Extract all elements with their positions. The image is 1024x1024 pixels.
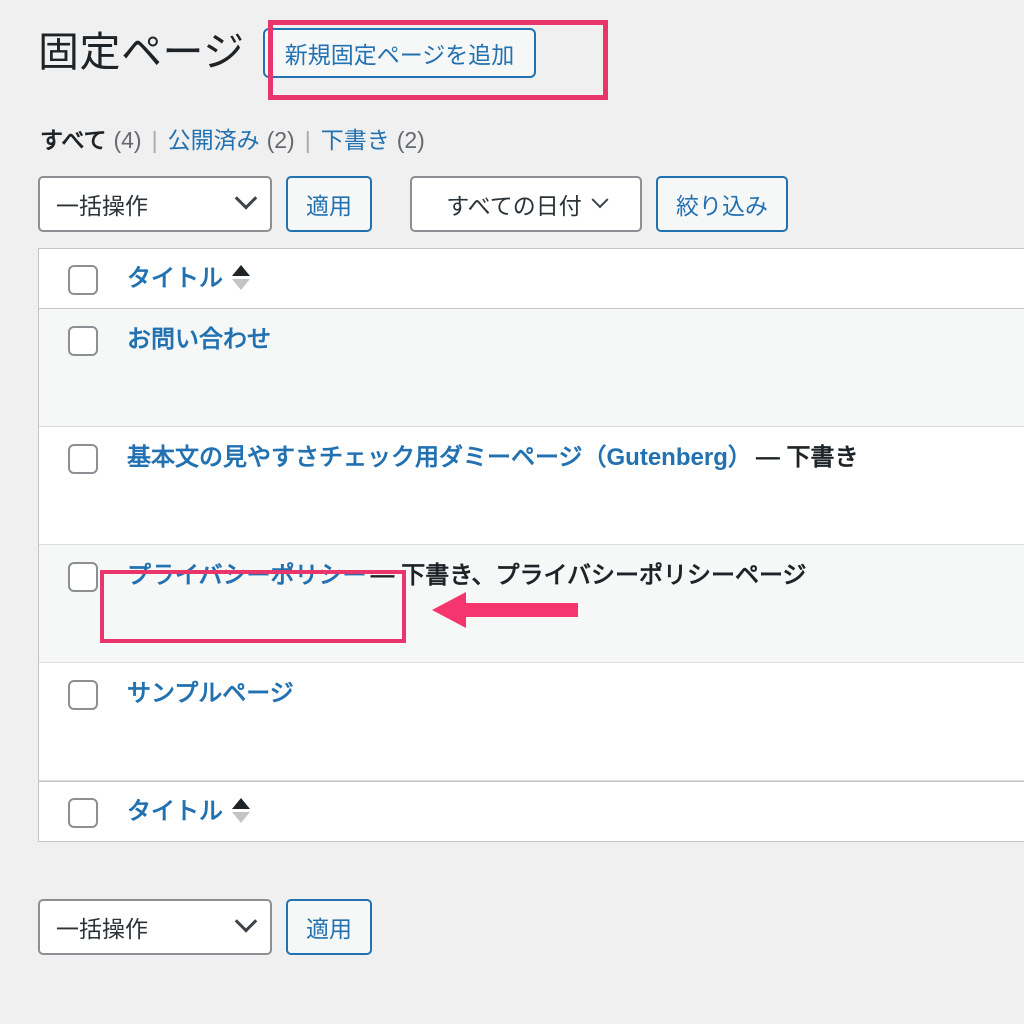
sort-asc-icon bbox=[232, 265, 250, 277]
status-filter-links: すべて (4) | 公開済み (2) | 下書き (2) bbox=[40, 123, 425, 157]
date-filter-select[interactable]: すべての日付 bbox=[410, 176, 642, 232]
row-checkbox[interactable] bbox=[68, 444, 98, 474]
table-footer-row: タイトル bbox=[39, 781, 1024, 841]
chevron-down-icon bbox=[234, 910, 258, 933]
table-toolbar-bottom: 一括操作 適用 bbox=[38, 899, 372, 955]
status-link-published[interactable]: 公開済み (2) bbox=[168, 123, 295, 157]
bulk-action-select-top-value: 一括操作 bbox=[56, 193, 148, 219]
select-all-checkbox-top[interactable] bbox=[68, 265, 98, 295]
row-select-cell bbox=[39, 427, 127, 474]
row-title-cell: サンプルページ bbox=[127, 663, 1024, 720]
column-header-title: タイトル bbox=[127, 249, 1024, 305]
page-title: 固定ページ bbox=[38, 29, 245, 76]
sort-asc-icon bbox=[232, 798, 250, 810]
status-link-draft[interactable]: 下書き (2) bbox=[321, 123, 425, 157]
column-footer-title-link[interactable]: タイトル bbox=[127, 798, 223, 825]
admin-page: 固定ページ 新規固定ページを追加 すべて (4) | 公開済み (2) | 下書… bbox=[0, 0, 1024, 1024]
row-title-cell: お問い合わせ bbox=[127, 309, 1024, 366]
status-link-all[interactable]: すべて (4) bbox=[40, 123, 142, 157]
chevron-down-icon bbox=[234, 187, 258, 210]
table-row: 基本文の見やすさチェック用ダミーページ（Gutenberg） — 下書き bbox=[39, 427, 1024, 545]
table-row: サンプルページ bbox=[39, 663, 1024, 781]
table-toolbar-top: 一括操作 適用 すべての日付 絞り込み bbox=[38, 176, 788, 232]
table-row: お問い合わせ bbox=[39, 309, 1024, 427]
row-select-cell bbox=[39, 309, 127, 356]
bulk-action-select-top[interactable]: 一括操作 bbox=[38, 176, 272, 232]
sort-indicator-icon[interactable] bbox=[232, 798, 250, 824]
status-link-all-label: すべて bbox=[40, 127, 107, 153]
status-link-draft-label: 下書き bbox=[320, 127, 390, 153]
row-title-link[interactable]: お問い合わせ bbox=[127, 326, 271, 353]
bulk-action-select-bottom[interactable]: 一括操作 bbox=[38, 899, 272, 955]
column-footer-title: タイトル bbox=[127, 782, 1024, 838]
row-select-cell bbox=[39, 663, 127, 710]
sort-desc-icon bbox=[232, 812, 250, 824]
row-checkbox[interactable] bbox=[68, 326, 98, 356]
status-separator-1: | bbox=[151, 127, 158, 153]
row-title-cell: 基本文の見やすさチェック用ダミーページ（Gutenberg） — 下書き bbox=[127, 427, 1024, 484]
page-header: 固定ページ 新規固定ページを追加 bbox=[38, 22, 537, 84]
select-all-checkbox-bottom[interactable] bbox=[68, 798, 98, 828]
select-all-cell bbox=[39, 782, 127, 828]
row-select-cell bbox=[39, 545, 127, 592]
apply-button-bottom[interactable]: 適用 bbox=[286, 899, 372, 955]
status-link-published-label: 公開済み bbox=[167, 127, 260, 153]
select-all-cell bbox=[39, 249, 127, 295]
status-link-draft-count: (2) bbox=[396, 127, 425, 153]
column-header-title-link[interactable]: タイトル bbox=[127, 265, 223, 292]
bulk-action-select-bottom-value: 一括操作 bbox=[56, 916, 148, 942]
chevron-down-icon bbox=[591, 191, 609, 209]
row-title-cell: プライバシーポリシー — 下書き、プライバシーポリシーページ bbox=[127, 545, 1024, 602]
table-row: プライバシーポリシー — 下書き、プライバシーポリシーページ bbox=[39, 545, 1024, 663]
table-header-row: タイトル bbox=[39, 249, 1024, 309]
sort-indicator-icon[interactable] bbox=[232, 265, 250, 291]
date-filter-select-value: すべての日付 bbox=[446, 193, 582, 219]
row-checkbox[interactable] bbox=[68, 680, 98, 710]
add-new-page-button[interactable]: 新規固定ページを追加 bbox=[262, 28, 537, 78]
row-title-link[interactable]: サンプルページ bbox=[127, 680, 294, 707]
row-title-link[interactable]: 基本文の見やすさチェック用ダミーページ（Gutenberg） bbox=[127, 444, 752, 471]
row-title-link[interactable]: プライバシーポリシー bbox=[127, 562, 367, 589]
status-link-all-count: (4) bbox=[113, 127, 142, 153]
sort-desc-icon bbox=[232, 279, 250, 291]
row-state-label: — 下書き bbox=[755, 444, 859, 471]
filter-button[interactable]: 絞り込み bbox=[656, 176, 788, 232]
apply-button-top[interactable]: 適用 bbox=[286, 176, 372, 232]
status-link-published-count: (2) bbox=[266, 127, 295, 153]
pages-table: タイトル お問い合わせ 基本文の見やすさチェック用ダミーページ（Gutenber… bbox=[38, 248, 1024, 842]
status-separator-2: | bbox=[304, 127, 311, 153]
row-state-label: — 下書き、プライバシーポリシーページ bbox=[370, 562, 807, 589]
row-checkbox[interactable] bbox=[68, 562, 98, 592]
